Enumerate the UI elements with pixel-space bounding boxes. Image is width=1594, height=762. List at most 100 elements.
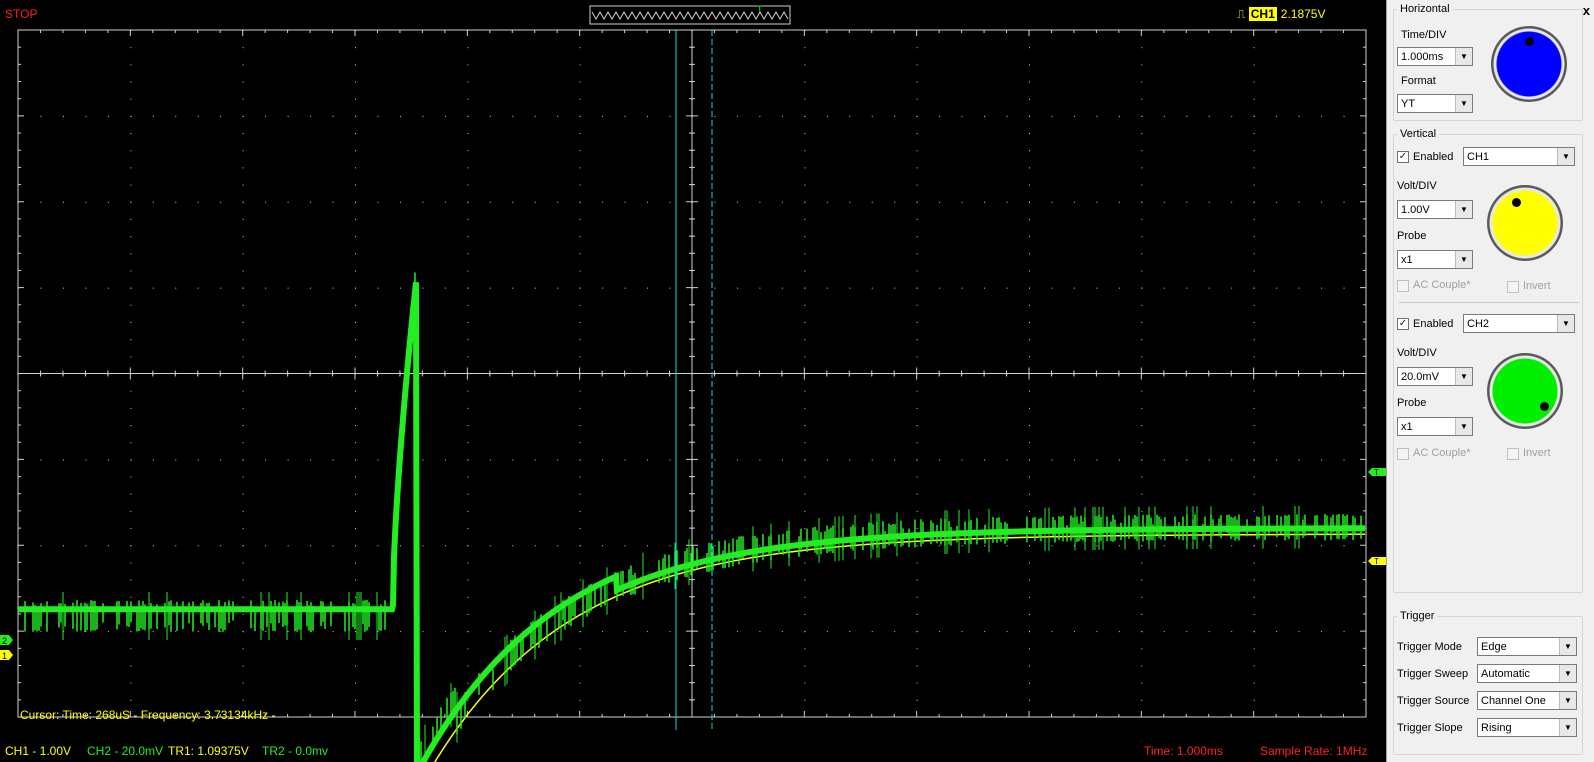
ch2-enabled-checkbox[interactable]: ✓	[1397, 318, 1409, 330]
ch2-volt-div-label: Volt/DIV	[1397, 347, 1437, 359]
trigger-position-marker: T	[757, 4, 763, 14]
control-panel: x Horizontal Time/DIV 1.000ms ▼ Format Y…	[1386, 0, 1594, 762]
time-div-knob[interactable]	[1491, 26, 1567, 102]
chevron-down-icon: ▼	[1455, 201, 1472, 218]
graticule-grid	[17, 29, 1367, 718]
time-div-select[interactable]: 1.000ms ▼	[1397, 47, 1473, 66]
ch2-ac-couple-checkbox[interactable]	[1397, 448, 1409, 460]
tr1-info: TR1: 1.09375V	[168, 744, 249, 758]
waveform-canvas[interactable]: T 2 1 T T	[0, 0, 1386, 762]
vertical-group: Vertical	[1393, 128, 1583, 593]
chevron-down-icon: ▼	[1559, 638, 1576, 655]
ch1-enabled-label: Enabled	[1413, 151, 1454, 163]
ch1-ac-couple-label: AC Couple*	[1413, 279, 1471, 291]
ch2-enabled-label: Enabled	[1413, 318, 1454, 330]
chevron-down-icon: ▼	[1559, 692, 1576, 709]
trigger-mode-label: Trigger Mode	[1397, 641, 1463, 653]
trigger-sweep-select[interactable]: Automatic ▼	[1477, 664, 1577, 683]
ch1-invert-label: Invert	[1523, 280, 1551, 292]
time-div-label: Time/DIV	[1401, 29, 1447, 41]
time-cursors[interactable]	[675, 30, 713, 730]
trigger-title: Trigger	[1400, 610, 1435, 622]
ch1-probe-value: x1	[1401, 254, 1413, 266]
trigger-edge-icon: ⎍	[1237, 7, 1246, 21]
ch2-invert-label: Invert	[1523, 447, 1551, 459]
svg-text:T: T	[1374, 468, 1379, 477]
svg-text:1: 1	[2, 651, 7, 661]
trigger-source-select[interactable]: Channel One ▼	[1477, 691, 1577, 710]
trigger-sweep-label: Trigger Sweep	[1397, 668, 1469, 680]
ch2-volt-div-knob[interactable]	[1487, 353, 1563, 429]
trigger-mode-select[interactable]: Edge ▼	[1477, 637, 1577, 656]
ch1-scale-info: CH1 - 1.00V	[5, 744, 72, 758]
ch1-volt-div-value: 1.00V	[1401, 204, 1430, 216]
axis-ticks	[17, 29, 1367, 718]
channel-divider	[1399, 302, 1579, 303]
sample-rate-info: Sample Rate: 1MHz	[1260, 744, 1368, 758]
chevron-down-icon: ▼	[1455, 418, 1472, 435]
ch1-probe-select[interactable]: x1 ▼	[1397, 250, 1473, 269]
ch2-ground-marker[interactable]: 2	[0, 635, 13, 646]
knob-indicator	[1525, 37, 1534, 46]
ch2-trigger-level-marker[interactable]: T	[1368, 468, 1386, 477]
time-div-value: 1.000ms	[1401, 51, 1444, 63]
ch1-volt-div-knob[interactable]	[1487, 185, 1563, 261]
ch1-ground-marker[interactable]: 1	[0, 650, 13, 661]
trigger-channel-badge: CH1	[1248, 7, 1277, 21]
svg-text:2: 2	[2, 636, 7, 646]
trigger-slope-label: Trigger Slope	[1397, 722, 1463, 734]
ch1-volt-div-select[interactable]: 1.00V ▼	[1397, 200, 1473, 219]
svg-text:T: T	[1374, 557, 1379, 566]
horizontal-title: Horizontal	[1400, 3, 1450, 15]
ch2-invert-checkbox[interactable]	[1507, 448, 1519, 460]
ch1-volt-div-label: Volt/DIV	[1397, 180, 1437, 192]
vertical-title: Vertical	[1400, 128, 1437, 140]
ch2-probe-select[interactable]: x1 ▼	[1397, 417, 1473, 436]
ch2-channel-select[interactable]: CH2 ▼	[1463, 314, 1575, 333]
chevron-down-icon: ▼	[1455, 368, 1472, 385]
chevron-down-icon: ▼	[1557, 148, 1574, 165]
ch1-channel-select[interactable]: CH1 ▼	[1463, 147, 1575, 166]
trigger-level-readout: ⎍ CH1 2.1875V	[1237, 7, 1325, 22]
ch2-ac-couple-label: AC Couple*	[1413, 447, 1471, 459]
scope-display[interactable]: T 2 1 T T STOP ⎍ CH1 2.1875V Cursor: Time…	[0, 0, 1386, 762]
ch2-probe-value: x1	[1401, 421, 1413, 433]
ch2-volt-div-value: 20.0mV	[1401, 371, 1439, 383]
close-icon[interactable]: x	[1583, 3, 1590, 18]
ch2-channel-value: CH2	[1467, 318, 1490, 330]
format-value: YT	[1401, 98, 1416, 110]
chevron-down-icon: ▼	[1559, 719, 1576, 736]
trigger-mode-value: Edge	[1481, 641, 1507, 653]
ch1-trigger-level-marker[interactable]: T	[1368, 557, 1386, 566]
ch1-enabled-checkbox[interactable]: ✓	[1397, 151, 1409, 163]
trigger-slope-select[interactable]: Rising ▼	[1477, 718, 1577, 737]
chevron-down-icon: ▼	[1557, 315, 1574, 332]
ch1-channel-value: CH1	[1467, 151, 1490, 163]
ch1-probe-label: Probe	[1397, 230, 1427, 242]
knob-indicator	[1512, 198, 1521, 207]
trigger-source-label: Trigger Source	[1397, 695, 1470, 707]
chevron-down-icon: ▼	[1455, 48, 1472, 65]
grid-dots	[18, 30, 1345, 701]
chevron-down-icon: ▼	[1455, 95, 1472, 112]
trigger-sweep-value: Automatic	[1481, 668, 1530, 680]
acquisition-status: STOP	[5, 7, 38, 21]
timebase-info: Time: 1.000ms	[1144, 744, 1223, 758]
cursor-readout: Cursor: Time: 268uS - Frequency: 3.73134…	[20, 708, 276, 722]
chevron-down-icon: ▼	[1455, 251, 1472, 268]
chevron-down-icon: ▼	[1559, 665, 1576, 682]
format-select[interactable]: YT ▼	[1397, 94, 1473, 113]
tr2-info: TR2 - 0.0mv	[262, 744, 329, 758]
ch2-scale-info: CH2 - 20.0mV	[87, 744, 164, 758]
trigger-level-value: 2.1875V	[1280, 7, 1326, 21]
trigger-source-value: Channel One	[1481, 695, 1546, 707]
ch1-ac-couple-checkbox[interactable]	[1397, 280, 1409, 292]
knob-indicator	[1540, 402, 1549, 411]
ch1-invert-checkbox[interactable]	[1507, 281, 1519, 293]
timebase-position-indicator[interactable]: T	[589, 4, 791, 25]
status-bar: CH1 - 1.00V CH2 - 20.0mV TR1: 1.09375V T…	[0, 740, 1386, 762]
ch2-volt-div-select[interactable]: 20.0mV ▼	[1397, 367, 1473, 386]
trigger-slope-value: Rising	[1481, 722, 1512, 734]
ch2-probe-label: Probe	[1397, 397, 1427, 409]
format-label: Format	[1401, 75, 1436, 87]
